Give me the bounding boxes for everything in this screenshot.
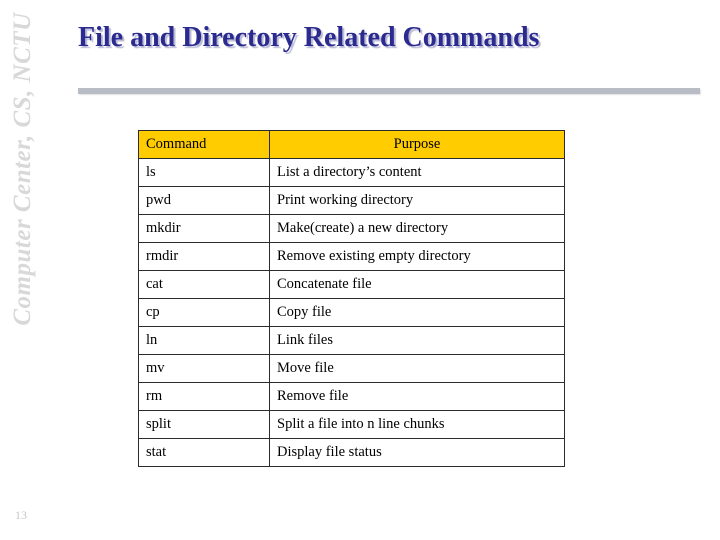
cell-purpose: Print working directory: [269, 186, 565, 215]
table-head: Command Purpose: [138, 130, 565, 159]
table-row: rmdir Remove existing empty directory: [138, 242, 565, 271]
column-header-command: Command: [138, 130, 270, 159]
commands-table-container: Command Purpose ls List a directory’s con…: [138, 130, 565, 467]
cell-command: split: [138, 410, 270, 439]
cell-purpose: Remove file: [269, 382, 565, 411]
page-number: 13: [15, 508, 27, 522]
sidebar-vertical-label: Computer Center, CS, NCTU: [0, 0, 46, 540]
cell-purpose: Split a file into n line chunks: [269, 410, 565, 439]
table-row: pwd Print working directory: [138, 186, 565, 215]
table-row: rm Remove file: [138, 382, 565, 411]
cell-purpose: Concatenate file: [269, 270, 565, 299]
table-body: ls List a directory’s content pwd Print wor…: [138, 158, 565, 467]
cell-command: cat: [138, 270, 270, 299]
table-header-row: Command Purpose: [138, 130, 565, 159]
cell-command: mkdir: [138, 214, 270, 243]
table-row: split Split a file into n line chunks: [138, 410, 565, 439]
table-row: ls List a directory’s content: [138, 158, 565, 187]
cell-command: cp: [138, 298, 270, 327]
commands-table: Command Purpose ls List a directory’s con…: [138, 130, 565, 467]
cell-purpose: Link files: [269, 326, 565, 355]
cell-purpose: Move file: [269, 354, 565, 383]
cell-purpose: Copy file: [269, 298, 565, 327]
table-row: ln Link files: [138, 326, 565, 355]
cell-command: rm: [138, 382, 270, 411]
title-divider: [78, 88, 700, 94]
page-title: File and Directory Related Commands: [78, 22, 540, 53]
cell-command: mv: [138, 354, 270, 383]
cell-command: ls: [138, 158, 270, 187]
cell-purpose: List a directory’s content: [269, 158, 565, 187]
table-row: cp Copy file: [138, 298, 565, 327]
sidebar-label-text: Computer Center, CS, NCTU: [9, 12, 36, 326]
table-row: stat Display file status: [138, 438, 565, 467]
cell-command: rmdir: [138, 242, 270, 271]
cell-purpose: Remove existing empty directory: [269, 242, 565, 271]
column-header-purpose: Purpose: [269, 130, 565, 159]
table-row: cat Concatenate file: [138, 270, 565, 299]
table-row: mkdir Make(create) a new directory: [138, 214, 565, 243]
cell-purpose: Make(create) a new directory: [269, 214, 565, 243]
cell-command: ln: [138, 326, 270, 355]
cell-command: stat: [138, 438, 270, 467]
table-row: mv Move file: [138, 354, 565, 383]
cell-command: pwd: [138, 186, 270, 215]
cell-purpose: Display file status: [269, 438, 565, 467]
